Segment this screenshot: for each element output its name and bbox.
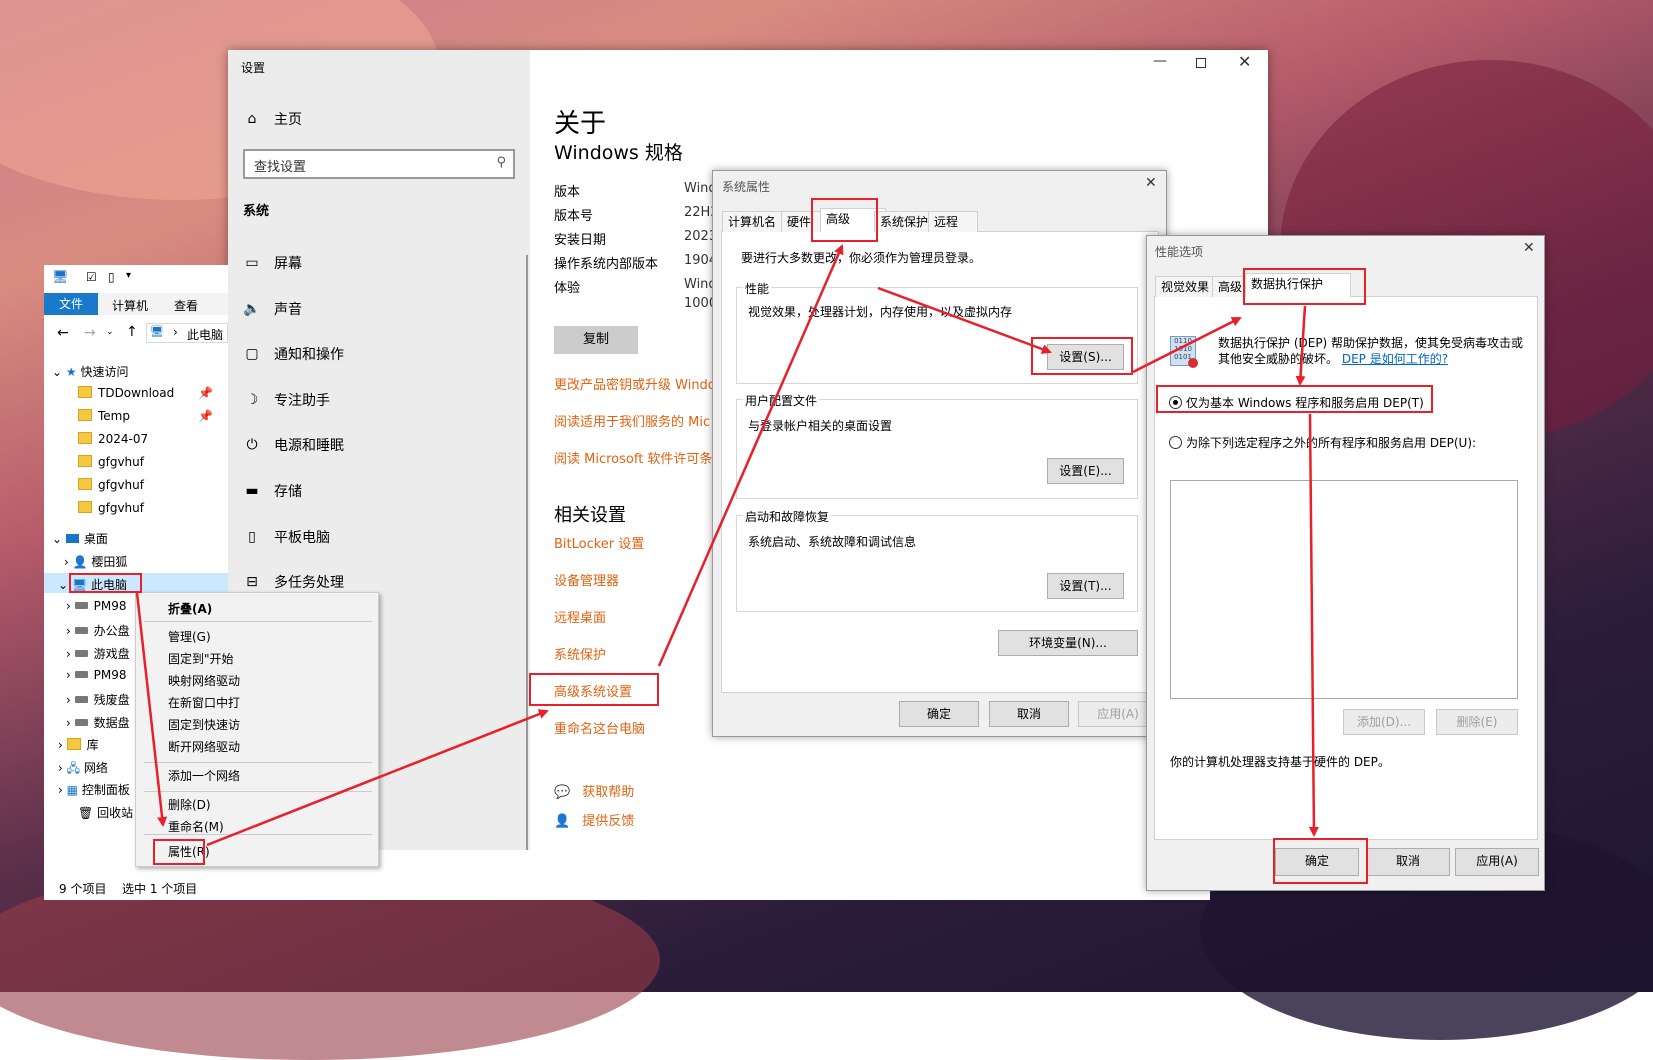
arrow-radio-to-ok (1308, 413, 1319, 837)
arrow-tab-to-perf-settings (877, 286, 1052, 354)
arrow-properties-to-advanced (206, 709, 549, 847)
arrow-dep-tab-to-radio (1295, 305, 1307, 386)
arrow-advanced-to-tab (657, 244, 844, 667)
arrow-this-pc-to-properties (135, 592, 168, 827)
arrow-perf-to-dep-tab (1132, 316, 1242, 374)
annotation-arrows (135, 244, 1319, 847)
